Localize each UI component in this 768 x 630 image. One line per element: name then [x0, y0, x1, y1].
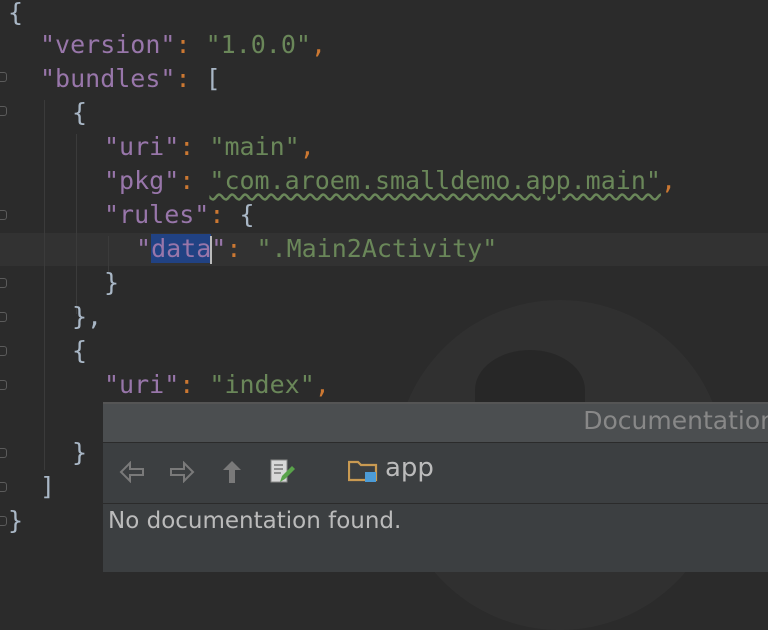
popup-title-bar[interactable]: Documentation — [103, 404, 768, 443]
json-string: "1.0.0" — [205, 30, 311, 59]
colon: : — [226, 234, 242, 263]
colon: : — [179, 166, 195, 195]
colon: : — [175, 64, 191, 93]
open-brace: { — [8, 0, 24, 27]
fold-marker-icon[interactable] — [0, 106, 7, 116]
colon: : — [179, 132, 195, 161]
json-key: "version" — [40, 30, 176, 59]
code-line: "pkg": "com.aroem.smalldemo.app.main", — [104, 164, 676, 198]
json-key-quote: " — [211, 234, 227, 263]
code-line: "version": "1.0.0", — [40, 28, 326, 62]
indent-guide — [44, 100, 45, 470]
popup-title: Documentation — [583, 406, 768, 435]
code-line: { — [8, 0, 23, 30]
close-brace: }, — [72, 302, 103, 331]
fold-marker-icon[interactable] — [0, 210, 7, 220]
code-line: } — [8, 504, 23, 538]
open-brace: { — [72, 98, 88, 127]
close-brace: } — [8, 506, 24, 535]
colon: : — [179, 370, 195, 399]
fold-marker-icon[interactable] — [0, 516, 7, 526]
back-arrow-icon[interactable] — [117, 457, 147, 487]
indent-guide — [76, 134, 77, 314]
popup-toolbar: app — [103, 443, 768, 504]
close-bracket: ] — [40, 472, 56, 501]
code-line: }, — [72, 300, 102, 334]
colon: : — [209, 200, 225, 229]
code-line: { — [72, 334, 87, 368]
json-string: ".Main2Activity" — [256, 234, 498, 263]
fold-marker-icon[interactable] — [0, 380, 7, 390]
code-line: ] — [40, 470, 55, 504]
fold-marker-icon[interactable] — [0, 312, 7, 322]
documentation-text: No documentation found. — [108, 508, 402, 534]
fold-marker-icon[interactable] — [0, 72, 7, 82]
json-key: "rules" — [104, 200, 210, 229]
fold-marker-icon[interactable] — [0, 448, 7, 458]
json-key: "uri" — [104, 132, 180, 161]
fold-marker-icon[interactable] — [0, 346, 7, 356]
fold-marker-icon[interactable] — [0, 278, 7, 288]
code-line: "uri": "main", — [104, 130, 315, 164]
comma: , — [314, 370, 330, 399]
documentation-popup[interactable]: Documentation app No documentation found… — [103, 402, 768, 572]
forward-arrow-icon[interactable] — [167, 457, 197, 487]
close-brace: } — [72, 438, 88, 467]
json-string: "main" — [209, 132, 300, 161]
json-key: "pkg" — [104, 166, 180, 195]
edit-source-icon[interactable] — [267, 457, 297, 487]
code-line-current[interactable]: "data": ".Main2Activity" — [136, 232, 497, 266]
editor-gutter — [0, 0, 10, 570]
code-line: "bundles": [ — [40, 62, 221, 96]
fold-marker-icon[interactable] — [0, 482, 7, 492]
comma: , — [660, 166, 676, 195]
comma: , — [310, 30, 327, 59]
module-path-label[interactable]: app — [385, 453, 434, 483]
code-line: "uri": "index", — [104, 368, 330, 402]
up-arrow-icon[interactable] — [217, 457, 247, 487]
colon: : — [175, 30, 191, 59]
close-brace: } — [104, 268, 120, 297]
json-key-quote: " — [136, 234, 152, 263]
code-line: } — [72, 436, 87, 470]
json-key: "uri" — [104, 370, 180, 399]
json-key: "bundles" — [40, 64, 176, 93]
json-string: "com.aroem.smalldemo.app.main" — [209, 166, 661, 195]
open-bracket: [ — [205, 64, 221, 93]
selected-text[interactable]: data — [151, 234, 212, 263]
comma: , — [299, 132, 315, 161]
open-brace: { — [72, 336, 88, 365]
code-line: "rules": { — [104, 198, 255, 232]
code-line: { — [72, 96, 87, 130]
open-brace: { — [239, 200, 255, 229]
code-line: } — [104, 266, 119, 300]
folder-icon — [347, 459, 378, 482]
json-string: "index" — [209, 370, 315, 399]
